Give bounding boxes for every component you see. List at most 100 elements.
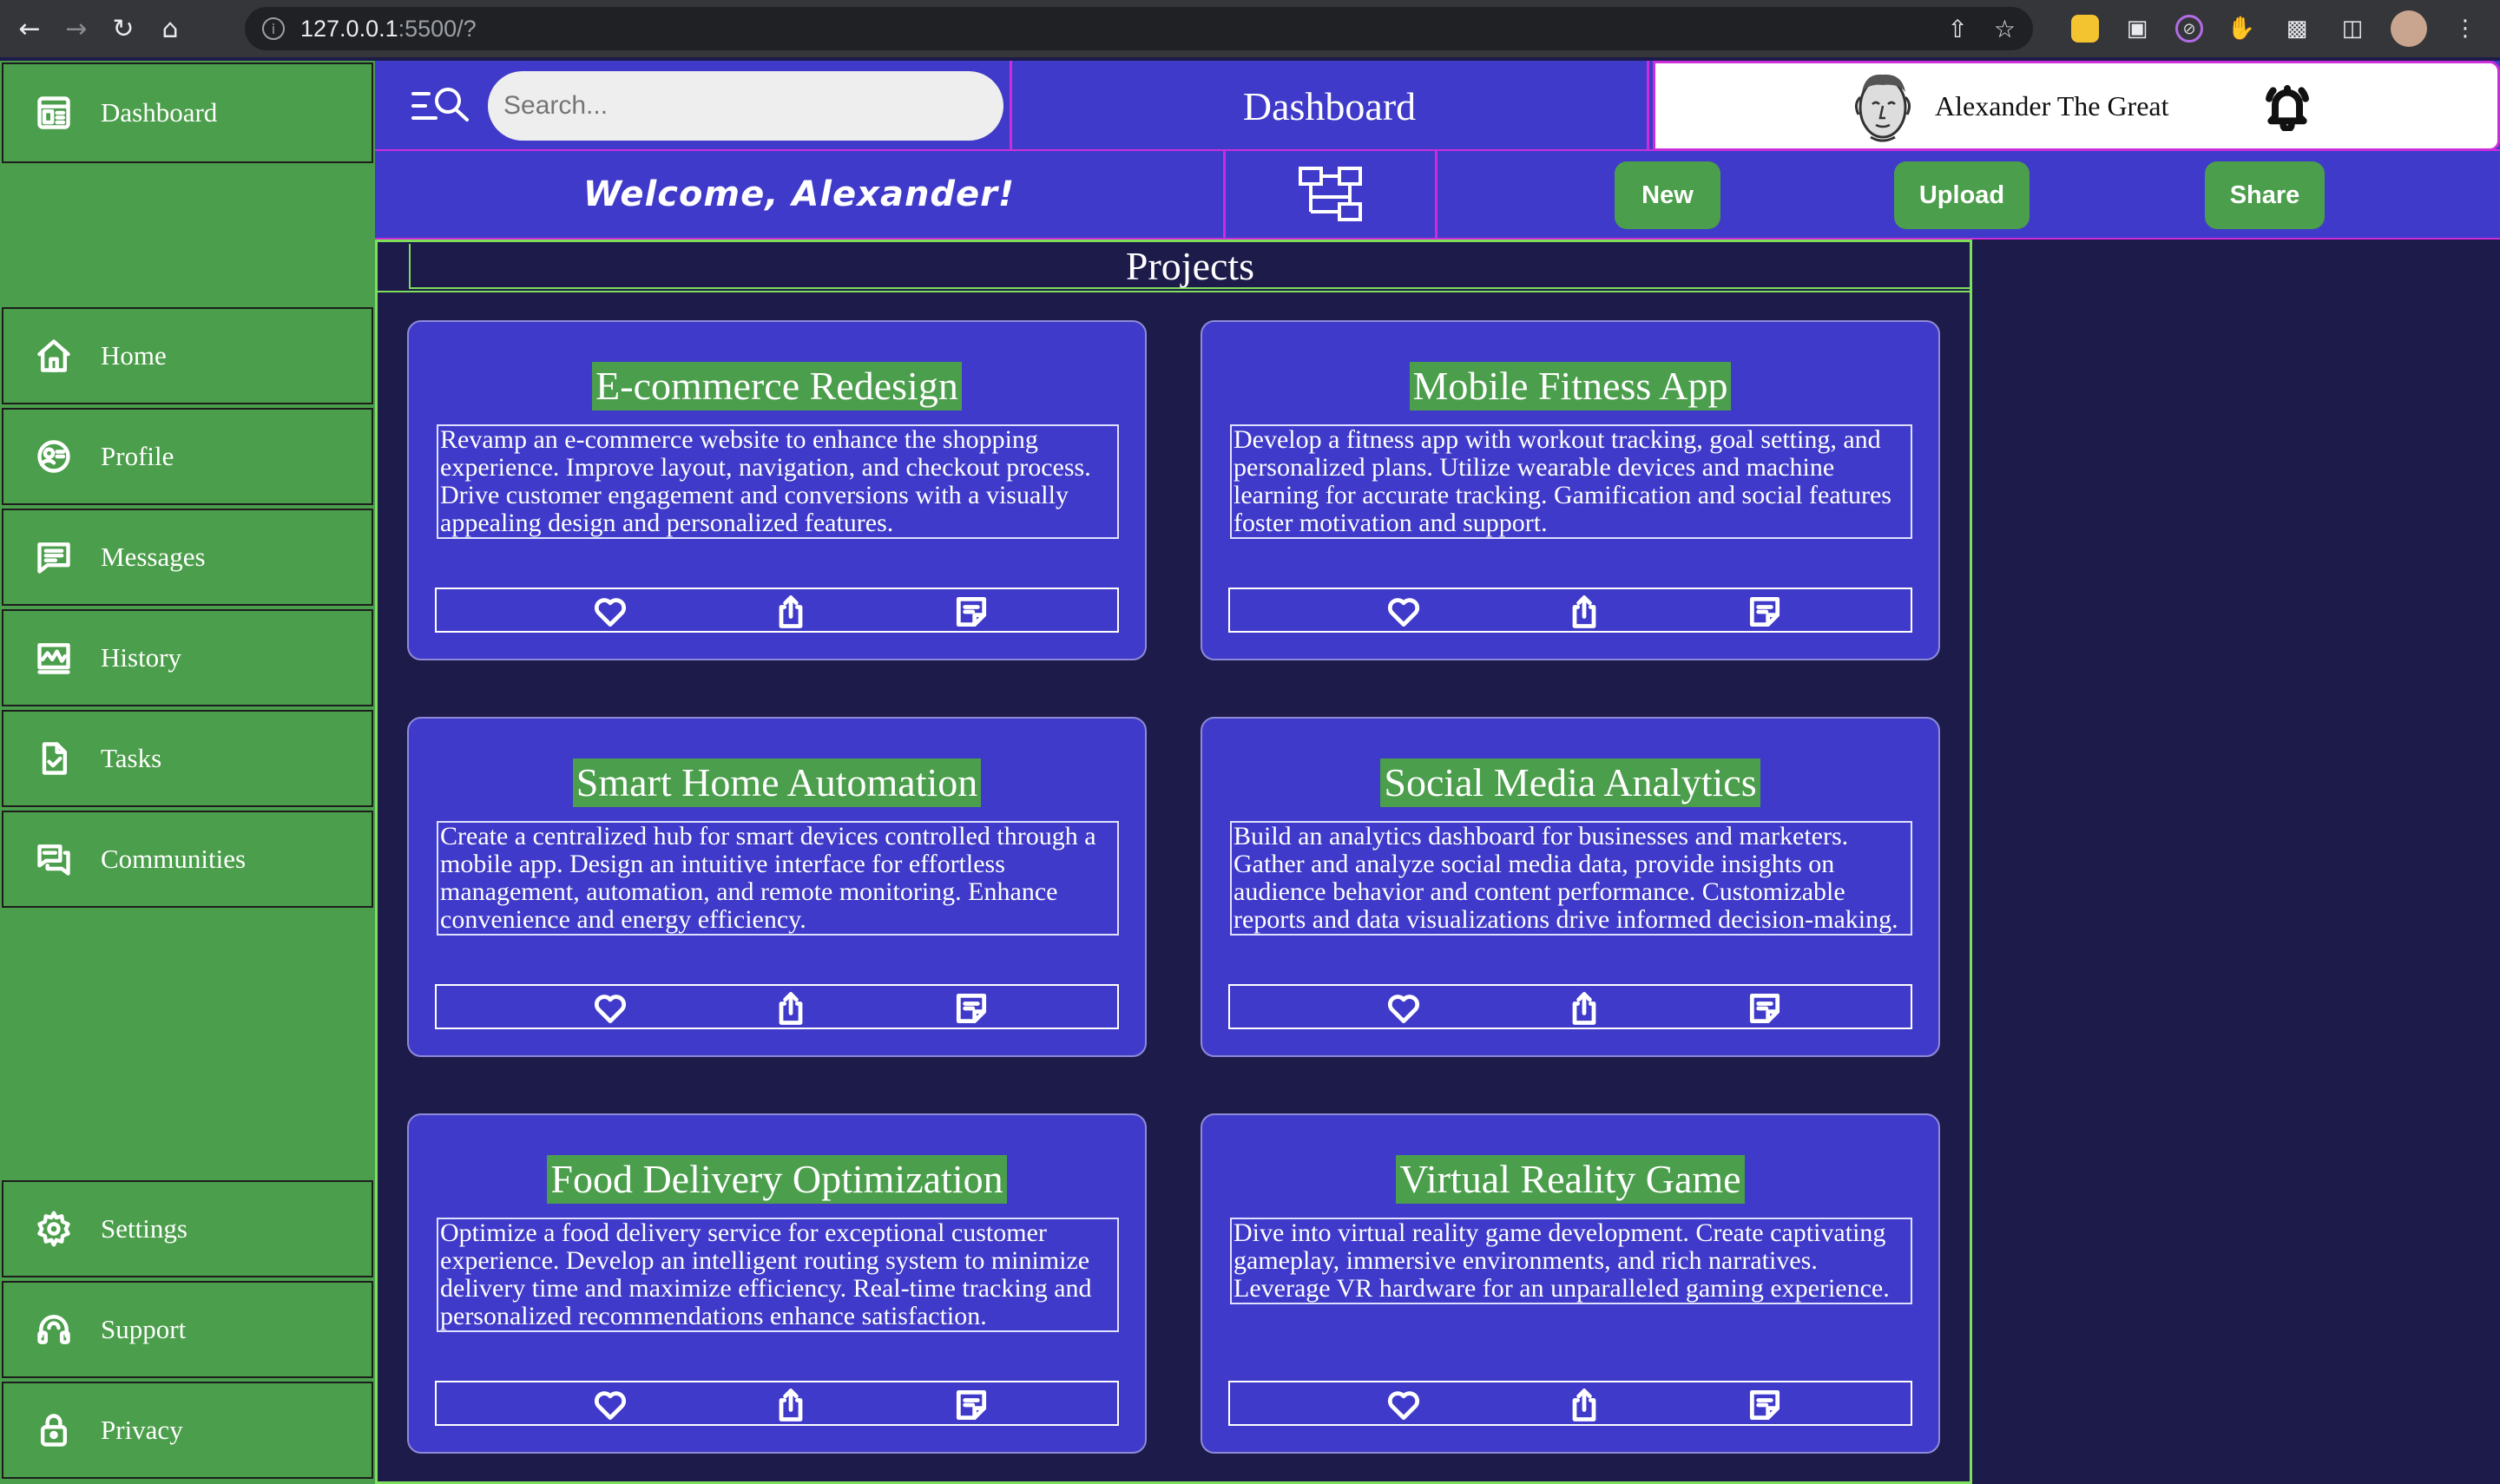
project-card[interactable]: Mobile Fitness App Develop a fitness app … <box>1201 320 1940 660</box>
new-button[interactable]: New <box>1615 161 1720 229</box>
browser-menu-icon[interactable]: ⋮ <box>2448 11 2483 46</box>
sidebar-item-label: Dashboard <box>101 97 218 128</box>
messages-icon <box>33 536 75 578</box>
sidebar-item-profile[interactable]: Profile <box>2 408 373 505</box>
welcome-message: Welcome, Alexander! <box>375 151 1226 238</box>
share-page-icon[interactable]: ⇧ <box>1947 15 1967 43</box>
share-icon[interactable] <box>772 1386 810 1424</box>
project-title: Smart Home Automation <box>572 758 982 807</box>
notes-icon[interactable] <box>1746 989 1784 1028</box>
sidebar-item-dashboard[interactable]: Dashboard <box>2 62 373 163</box>
home-browser-icon[interactable]: ⌂ <box>153 11 188 46</box>
notes-icon[interactable] <box>952 1386 990 1424</box>
action-bar: Welcome, Alexander! New Upload Share <box>375 151 2500 240</box>
project-description: Create a centralized hub for smart devic… <box>437 821 1119 936</box>
back-arrow-icon[interactable]: ← <box>12 11 47 46</box>
project-actions <box>435 588 1119 633</box>
project-title: E-commerce Redesign <box>592 362 962 410</box>
share-button[interactable]: Share <box>2205 161 2325 229</box>
reload-icon[interactable]: ↻ <box>106 11 141 46</box>
forward-arrow-icon[interactable]: → <box>59 11 94 46</box>
projects-heading: Projects <box>409 244 1971 289</box>
url-text[interactable]: 127.0.0.1:5500/? <box>300 16 477 43</box>
search-section <box>375 61 1012 151</box>
heart-icon[interactable] <box>1385 1386 1423 1424</box>
project-card[interactable]: Social Media Analytics Build an analytics… <box>1201 717 1940 1057</box>
project-card[interactable]: E-commerce Redesign Revamp an e-commerce … <box>407 320 1147 660</box>
side-panel-icon[interactable]: ◫ <box>2335 11 2370 46</box>
project-description: Optimize a food delivery service for exc… <box>437 1218 1119 1332</box>
sidebar-item-tasks[interactable]: Tasks <box>2 710 373 807</box>
sitemap-icon[interactable] <box>1226 151 1438 238</box>
notes-icon[interactable] <box>952 593 990 631</box>
notes-icon[interactable] <box>952 989 990 1028</box>
share-icon[interactable] <box>1565 593 1603 631</box>
project-actions <box>1228 984 1912 1029</box>
extension-block-icon[interactable]: ⊘ <box>2175 15 2203 43</box>
picture-in-picture-icon[interactable]: ▣ <box>2120 11 2155 46</box>
communities-icon <box>33 838 75 880</box>
sidebar-item-label: Privacy <box>101 1415 183 1445</box>
project-title: Mobile Fitness App <box>1409 362 1732 410</box>
project-description: Build an analytics dashboard for busines… <box>1230 821 1912 936</box>
share-icon[interactable] <box>1565 1386 1603 1424</box>
address-bar[interactable]: i 127.0.0.1:5500/? ⇧ ☆ <box>245 7 2033 50</box>
sidebar-item-label: Messages <box>101 542 206 572</box>
project-actions <box>1228 588 1912 633</box>
sidebar-item-support[interactable]: Support <box>2 1281 373 1378</box>
project-description: Develop a fitness app with workout track… <box>1230 424 1912 539</box>
project-actions <box>1228 1381 1912 1426</box>
bookmark-star-icon[interactable]: ☆ <box>1994 15 2016 43</box>
project-card[interactable]: Smart Home Automation Create a centralize… <box>407 717 1147 1057</box>
sidebar-item-label: Profile <box>101 441 174 471</box>
sidebar-item-label: Home <box>101 340 167 371</box>
lock-icon <box>33 1409 75 1451</box>
extension-yellow-icon[interactable] <box>2071 15 2099 43</box>
notification-bell-icon[interactable] <box>2263 82 2315 135</box>
notes-icon[interactable] <box>1746 593 1784 631</box>
dashboard-icon <box>33 92 75 134</box>
avatar[interactable] <box>1846 66 1919 146</box>
project-actions <box>435 984 1119 1029</box>
project-card[interactable]: Food Delivery Optimization Optimize a foo… <box>407 1113 1147 1454</box>
sidebar-item-label: Support <box>101 1314 187 1344</box>
top-header: Dashboard Alexander The Great <box>375 61 2500 151</box>
heart-icon[interactable] <box>1385 989 1423 1028</box>
sidebar-item-label: Communities <box>101 844 247 874</box>
search-input[interactable] <box>488 71 1003 141</box>
heart-icon[interactable] <box>591 593 629 631</box>
sidebar-item-settings[interactable]: Settings <box>2 1180 373 1277</box>
sidebar-item-label: Tasks <box>101 743 162 773</box>
browser-toolbar: ← → ↻ ⌂ i 127.0.0.1:5500/? ⇧ ☆ ▣ ⊘ ✋ ▩ ◫… <box>0 0 2500 57</box>
history-icon <box>33 637 75 679</box>
share-icon[interactable] <box>772 593 810 631</box>
extension-hand-icon[interactable]: ✋ <box>2224 11 2259 46</box>
gear-icon <box>33 1208 75 1250</box>
heart-icon[interactable] <box>1385 593 1423 631</box>
divider <box>378 291 1970 292</box>
extensions-puzzle-icon[interactable]: ▩ <box>2280 11 2314 46</box>
sidebar-item-messages[interactable]: Messages <box>2 509 373 606</box>
heart-icon[interactable] <box>591 989 629 1028</box>
sidebar-item-home[interactable]: Home <box>2 307 373 404</box>
sidebar-item-label: History <box>101 642 181 673</box>
menu-search-icon[interactable] <box>410 80 472 132</box>
notes-icon[interactable] <box>1746 1386 1784 1424</box>
sidebar-item-history[interactable]: History <box>2 609 373 706</box>
support-icon <box>33 1309 75 1350</box>
site-info-icon[interactable]: i <box>262 17 285 40</box>
project-title: Food Delivery Optimization <box>547 1155 1007 1204</box>
sidebar-item-privacy[interactable]: Privacy <box>2 1382 373 1479</box>
profile-icon <box>33 436 75 477</box>
sidebar-item-label: Settings <box>101 1213 188 1244</box>
page-title: Dashboard <box>1012 61 1649 151</box>
sidebar-item-communities[interactable]: Communities <box>2 811 373 908</box>
upload-button[interactable]: Upload <box>1894 161 2030 229</box>
project-card[interactable]: Virtual Reality Game Dive into virtual re… <box>1201 1113 1940 1454</box>
browser-profile-avatar[interactable] <box>2391 10 2427 47</box>
project-title: Social Media Analytics <box>1380 758 1760 807</box>
share-icon[interactable] <box>1565 989 1603 1028</box>
share-icon[interactable] <box>772 989 810 1028</box>
project-title: Virtual Reality Game <box>1396 1155 1745 1204</box>
heart-icon[interactable] <box>591 1386 629 1424</box>
